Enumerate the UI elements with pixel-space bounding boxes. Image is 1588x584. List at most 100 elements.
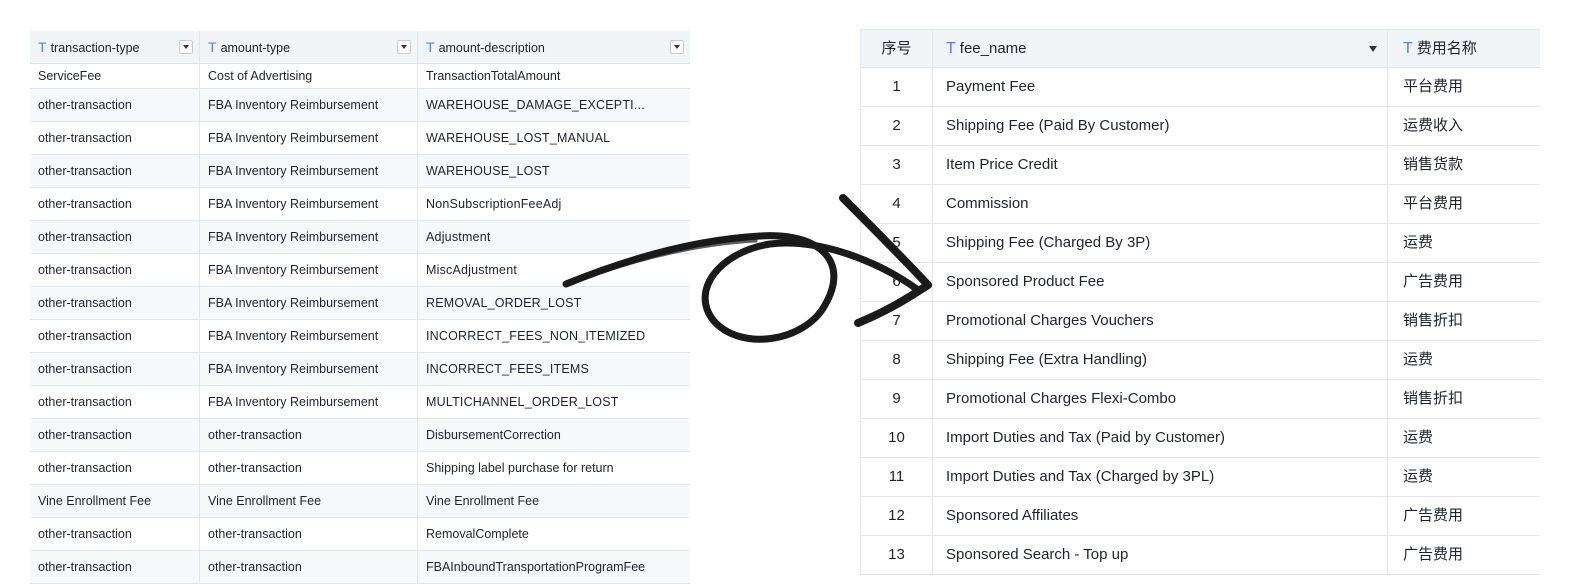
table-row[interactable]: other-transaction FBA Inventory Reimburse… — [30, 122, 690, 155]
cell-index[interactable]: 3 — [860, 146, 933, 184]
table-row[interactable]: 13 Sponsored Search - Top up 广告费用 — [860, 536, 1540, 575]
table-row[interactable]: 1 Payment Fee 平台费用 — [860, 68, 1540, 107]
cell-fee-name[interactable]: Import Duties and Tax (Charged by 3PL) — [933, 458, 1388, 496]
cell-fee-cn-name[interactable]: 运费 — [1388, 341, 1540, 379]
table-row[interactable]: 3 Item Price Credit 销售货款 — [860, 146, 1540, 185]
cell-fee-name[interactable]: Item Price Credit — [933, 146, 1388, 184]
table-row[interactable]: other-transaction FBA Inventory Reimburse… — [30, 155, 690, 188]
cell-amount-type[interactable]: FBA Inventory Reimbursement — [200, 353, 418, 385]
cell-transaction-type[interactable]: other-transaction — [30, 551, 200, 583]
cell-index[interactable]: 10 — [860, 419, 933, 457]
table-row[interactable]: 5 Shipping Fee (Charged By 3P) 运费 — [860, 224, 1540, 263]
cell-amount-description[interactable]: NonSubscriptionFeeAdj — [418, 188, 690, 220]
cell-transaction-type[interactable]: other-transaction — [30, 287, 200, 319]
cell-transaction-type[interactable]: other-transaction — [30, 122, 200, 154]
table-row[interactable]: 11 Import Duties and Tax (Charged by 3PL)… — [860, 458, 1540, 497]
cell-fee-name[interactable]: Commission — [933, 185, 1388, 223]
chevron-down-icon[interactable] — [179, 40, 193, 54]
cell-fee-name[interactable]: Promotional Charges Vouchers — [933, 302, 1388, 340]
cell-fee-name[interactable]: Sponsored Affiliates — [933, 497, 1388, 535]
table-row[interactable]: other-transaction FBA Inventory Reimburse… — [30, 320, 690, 353]
cell-fee-cn-name[interactable]: 运费 — [1388, 419, 1540, 457]
table-row[interactable]: other-transaction FBA Inventory Reimburse… — [30, 254, 690, 287]
table-row[interactable]: Vine Enrollment Fee Vine Enrollment Fee Vi… — [30, 485, 690, 518]
cell-index[interactable]: 1 — [860, 68, 933, 106]
cell-amount-description[interactable]: Adjustment — [418, 221, 690, 253]
cell-transaction-type[interactable]: other-transaction — [30, 419, 200, 451]
chevron-down-icon[interactable] — [670, 40, 684, 54]
cell-amount-description[interactable]: WAREHOUSE_DAMAGE_EXCEPTI... — [418, 89, 690, 121]
cell-amount-type[interactable]: FBA Inventory Reimbursement — [200, 386, 418, 418]
table-row[interactable]: other-transaction FBA Inventory Reimburse… — [30, 188, 690, 221]
cell-index[interactable]: 13 — [860, 536, 933, 574]
cell-transaction-type[interactable]: other-transaction — [30, 452, 200, 484]
cell-amount-type[interactable]: FBA Inventory Reimbursement — [200, 320, 418, 352]
cell-amount-type[interactable]: FBA Inventory Reimbursement — [200, 89, 418, 121]
cell-index[interactable]: 4 — [860, 185, 933, 223]
cell-fee-cn-name[interactable]: 销售货款 — [1388, 146, 1540, 184]
cell-amount-description[interactable]: RemovalComplete — [418, 518, 690, 550]
table-row[interactable]: ServiceFee Cost of Advertising Transaction… — [30, 64, 690, 89]
cell-amount-description[interactable]: WAREHOUSE_LOST_MANUAL — [418, 122, 690, 154]
table-row[interactable]: other-transaction FBA Inventory Reimburse… — [30, 386, 690, 419]
cell-fee-name[interactable]: Import Duties and Tax (Paid by Customer) — [933, 419, 1388, 457]
column-header-index[interactable]: 序号 — [860, 30, 933, 67]
table-row[interactable]: 12 Sponsored Affiliates 广告费用 — [860, 497, 1540, 536]
cell-index[interactable]: 11 — [860, 458, 933, 496]
cell-fee-name[interactable]: Payment Fee — [933, 68, 1388, 106]
table-row[interactable]: 6 Sponsored Product Fee 广告费用 — [860, 263, 1540, 302]
cell-transaction-type[interactable]: other-transaction — [30, 518, 200, 550]
cell-amount-description[interactable]: REMOVAL_ORDER_LOST — [418, 287, 690, 319]
cell-amount-type[interactable]: other-transaction — [200, 518, 418, 550]
cell-fee-name[interactable]: Sponsored Search - Top up — [933, 536, 1388, 574]
table-row[interactable]: other-transaction FBA Inventory Reimburse… — [30, 89, 690, 122]
cell-transaction-type[interactable]: other-transaction — [30, 386, 200, 418]
cell-transaction-type[interactable]: other-transaction — [30, 320, 200, 352]
cell-amount-type[interactable]: FBA Inventory Reimbursement — [200, 254, 418, 286]
table-row[interactable]: 7 Promotional Charges Vouchers 销售折扣 — [860, 302, 1540, 341]
cell-amount-type[interactable]: FBA Inventory Reimbursement — [200, 287, 418, 319]
cell-transaction-type[interactable]: other-transaction — [30, 89, 200, 121]
cell-fee-cn-name[interactable]: 销售折扣 — [1388, 380, 1540, 418]
cell-amount-description[interactable]: INCORRECT_FEES_ITEMS — [418, 353, 690, 385]
table-row[interactable]: other-transaction other-transaction Shippi… — [30, 452, 690, 485]
table-row[interactable]: other-transaction FBA Inventory Reimburse… — [30, 287, 690, 320]
cell-transaction-type[interactable]: Vine Enrollment Fee — [30, 485, 200, 517]
cell-index[interactable]: 5 — [860, 224, 933, 262]
cell-amount-description[interactable]: MULTICHANNEL_ORDER_LOST — [418, 386, 690, 418]
column-header-fee-name[interactable]: Tfee_name — [933, 30, 1388, 67]
cell-amount-description[interactable]: Shipping label purchase for return — [418, 452, 690, 484]
cell-index[interactable]: 8 — [860, 341, 933, 379]
chevron-down-icon[interactable] — [1369, 45, 1377, 52]
cell-fee-cn-name[interactable]: 广告费用 — [1388, 263, 1540, 301]
cell-amount-type[interactable]: FBA Inventory Reimbursement — [200, 122, 418, 154]
cell-transaction-type[interactable]: ServiceFee — [30, 64, 200, 88]
cell-index[interactable]: 12 — [860, 497, 933, 535]
cell-fee-cn-name[interactable]: 销售折扣 — [1388, 302, 1540, 340]
cell-fee-name[interactable]: Promotional Charges Flexi-Combo — [933, 380, 1388, 418]
table-row[interactable]: 10 Import Duties and Tax (Paid by Custome… — [860, 419, 1540, 458]
column-header-transaction-type[interactable]: Ttransaction-type — [30, 31, 200, 63]
table-row[interactable]: 4 Commission 平台费用 — [860, 185, 1540, 224]
cell-amount-type[interactable]: Cost of Advertising — [200, 64, 418, 88]
cell-amount-description[interactable]: FBAInboundTransportationProgramFee — [418, 551, 690, 583]
cell-fee-name[interactable]: Sponsored Product Fee — [933, 263, 1388, 301]
chevron-down-icon[interactable] — [397, 40, 411, 54]
table-row[interactable]: 9 Promotional Charges Flexi-Combo 销售折扣 — [860, 380, 1540, 419]
column-header-amount-description[interactable]: Tamount-description — [418, 31, 690, 63]
cell-transaction-type[interactable]: other-transaction — [30, 254, 200, 286]
cell-fee-cn-name[interactable]: 平台费用 — [1388, 185, 1540, 223]
table-row[interactable]: 2 Shipping Fee (Paid By Customer) 运费收入 — [860, 107, 1540, 146]
cell-amount-description[interactable]: INCORRECT_FEES_NON_ITEMIZED — [418, 320, 690, 352]
cell-index[interactable]: 6 — [860, 263, 933, 301]
cell-amount-type[interactable]: other-transaction — [200, 551, 418, 583]
cell-amount-type[interactable]: Vine Enrollment Fee — [200, 485, 418, 517]
cell-transaction-type[interactable]: other-transaction — [30, 221, 200, 253]
cell-amount-type[interactable]: FBA Inventory Reimbursement — [200, 155, 418, 187]
cell-fee-name[interactable]: Shipping Fee (Charged By 3P) — [933, 224, 1388, 262]
table-row[interactable]: other-transaction other-transaction FBAInb… — [30, 551, 690, 584]
cell-fee-cn-name[interactable]: 平台费用 — [1388, 68, 1540, 106]
cell-amount-type[interactable]: other-transaction — [200, 452, 418, 484]
cell-amount-type[interactable]: FBA Inventory Reimbursement — [200, 221, 418, 253]
cell-fee-name[interactable]: Shipping Fee (Extra Handling) — [933, 341, 1388, 379]
